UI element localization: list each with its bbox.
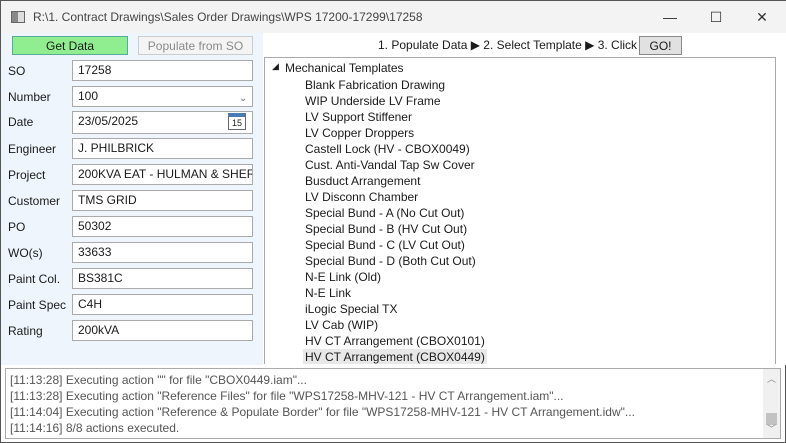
tree-item[interactable]: N-E Link <box>303 285 353 301</box>
tree-item[interactable]: iLogic Special TX <box>303 301 400 317</box>
tree-item[interactable]: Busduct Arrangement <box>303 173 422 189</box>
tree-item[interactable]: LV Cab (WIP) <box>303 317 380 333</box>
paint-spec-field[interactable]: C4H <box>72 294 253 315</box>
close-button[interactable]: ✕ <box>739 1 785 33</box>
collapse-triangle-icon[interactable]: ◢ <box>272 61 279 72</box>
log-scrollbar[interactable]: ︿ ﹀ <box>763 369 780 438</box>
window-title: R:\1. Contract Drawings\Sales Order Draw… <box>33 10 423 24</box>
tree-item[interactable]: HV CT Arrangement (CBOX0449) <box>303 349 487 364</box>
paint-col-field[interactable]: BS381C <box>72 268 253 289</box>
customer-label: Customer <box>8 194 61 208</box>
template-tree[interactable]: ◢ Mechanical Templates Blank Fabrication… <box>264 57 776 364</box>
customer-field[interactable]: TMS GRID <box>72 190 253 211</box>
log-output[interactable]: [11:13:28] Executing action "" for file … <box>5 368 781 439</box>
engineer-field[interactable]: J. PHILBRICK <box>72 138 253 159</box>
app-icon <box>11 11 25 23</box>
scroll-down-icon[interactable]: ﹀ <box>767 422 776 435</box>
chevron-down-icon[interactable]: ⌄ <box>239 93 247 104</box>
tree-item[interactable]: Cust. Anti-Vandal Tap Sw Cover <box>303 157 477 173</box>
date-label: Date <box>8 115 34 129</box>
tree-root-mechanical-templates[interactable]: Mechanical Templates <box>285 61 404 75</box>
log-line: [11:13:28] Executing action "" for file … <box>10 373 307 387</box>
so-label: SO <box>8 64 26 78</box>
maximize-button[interactable]: ☐ <box>693 1 739 33</box>
steps-instructions: 1. Populate Data ▶ 2. Select Template ▶ … <box>378 38 638 52</box>
tree-item[interactable]: WIP Underside LV Frame <box>303 93 443 109</box>
title-bar: R:\1. Contract Drawings\Sales Order Draw… <box>1 1 786 33</box>
number-label: Number <box>8 90 51 104</box>
rating-field[interactable]: 200kVA <box>72 320 253 341</box>
number-field[interactable]: 100 <box>72 86 253 107</box>
tree-item[interactable]: Special Bund - B (HV Cut Out) <box>303 221 469 237</box>
so-field[interactable]: 17258 <box>72 60 253 81</box>
tree-item[interactable]: Castell Lock (HV - CBOX0049) <box>303 141 472 157</box>
go-button[interactable]: GO! <box>639 36 682 55</box>
rating-label: Rating <box>8 324 43 338</box>
get-data-button[interactable]: Get Data <box>12 36 128 55</box>
project-label: Project <box>8 168 46 182</box>
po-field[interactable]: 50302 <box>72 216 253 237</box>
scroll-up-icon[interactable]: ︿ <box>767 372 776 385</box>
paint-spec-label: Paint Spec <box>8 298 67 312</box>
tree-item[interactable]: Special Bund - C (LV Cut Out) <box>303 237 467 253</box>
log-line: [11:13:28] Executing action "Reference F… <box>10 389 564 403</box>
tree-item[interactable]: Special Bund - D (Both Cut Out) <box>303 253 478 269</box>
minimize-button[interactable]: — <box>647 1 693 33</box>
wo-s-label: WO(s) <box>8 246 43 260</box>
tree-item[interactable]: LV Copper Droppers <box>303 125 416 141</box>
calendar-icon[interactable]: 15 <box>228 113 246 130</box>
log-line: [11:14:04] Executing action "Reference &… <box>10 405 635 419</box>
tree-item[interactable]: Blank Fabrication Drawing <box>303 77 447 93</box>
date-field[interactable]: 23/05/2025 <box>72 111 253 134</box>
tree-item[interactable]: N-E Link (Old) <box>303 269 383 285</box>
populate-from-so-button[interactable]: Populate from SO <box>138 36 253 55</box>
wo-s-field[interactable]: 33633 <box>72 242 253 263</box>
tree-item[interactable]: HV CT Arrangement (CBOX0101) <box>303 333 487 349</box>
project-field[interactable]: 200KVA EAT - HULMAN & SHERA <box>72 164 253 185</box>
engineer-label: Engineer <box>8 142 57 156</box>
paint-col-label: Paint Col. <box>8 272 61 286</box>
log-line: [11:14:16] 8/8 actions executed. <box>10 421 180 435</box>
po-label: PO <box>8 220 26 234</box>
tree-item[interactable]: LV Disconn Chamber <box>303 189 420 205</box>
app-window: R:\1. Contract Drawings\Sales Order Draw… <box>0 0 786 443</box>
tree-item[interactable]: LV Support Stiffener <box>303 109 414 125</box>
tree-item[interactable]: Special Bund - A (No Cut Out) <box>303 205 466 221</box>
